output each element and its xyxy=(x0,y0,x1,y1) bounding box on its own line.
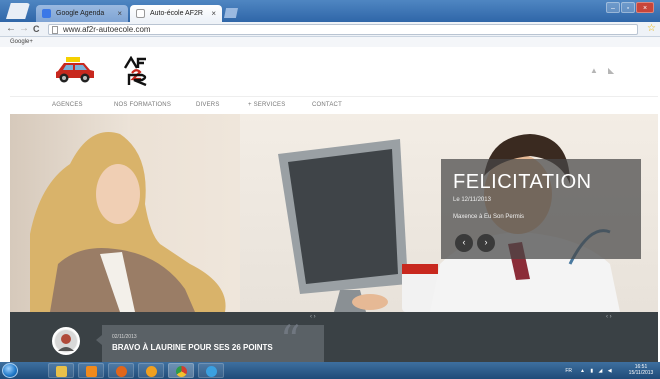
site-navigation: AGENCES NOS FORMATIONS DIVERS + SERVICES… xyxy=(10,96,658,114)
bookmark-google-plus[interactable]: Google+ xyxy=(10,37,33,47)
start-button[interactable] xyxy=(2,363,18,378)
slide-date: Le 12/11/2013 xyxy=(453,197,491,203)
taskbar-outlook-button[interactable] xyxy=(78,363,104,378)
avatar xyxy=(52,327,80,355)
maximize-button[interactable]: ▫ xyxy=(621,2,635,13)
taskbar-media-player-button[interactable] xyxy=(138,363,164,378)
nav-services[interactable]: + SERVICES xyxy=(248,97,285,113)
page-icon xyxy=(136,9,145,18)
tab-google-agenda[interactable]: Google Agenda × xyxy=(36,5,128,22)
clock[interactable]: 16:51 15/11/2013 xyxy=(626,364,656,376)
quote-icon: “ xyxy=(280,318,301,364)
twitter-bird-icon[interactable]: ◣ xyxy=(608,66,614,75)
slide-title: FELICITATION xyxy=(453,171,592,193)
slide-text: Maxence à Eu Son Permis xyxy=(453,214,525,220)
news-arrows-left[interactable]: ‹ › xyxy=(310,314,316,320)
nav-nos-formations[interactable]: NOS FORMATIONS xyxy=(114,97,171,113)
browser-tab-bar: Google Agenda × Auto-école AF2R × – ▫ × xyxy=(0,0,660,22)
taskbar-chrome-button[interactable] xyxy=(168,363,194,378)
calendar-icon xyxy=(42,9,51,18)
bookmark-star-icon[interactable]: ☆ xyxy=(647,23,656,35)
page-icon xyxy=(52,26,58,34)
firefox-icon xyxy=(116,366,127,377)
news-date: 02/11/2013 xyxy=(112,334,137,340)
outlook-icon xyxy=(86,366,97,377)
thumbs-up-icon[interactable]: ▲ xyxy=(590,66,598,75)
close-window-button[interactable]: × xyxy=(636,2,654,13)
browser-toolbar: ← → C www.af2r-autoecole.com ☆ xyxy=(0,22,660,37)
bookmarks-bar: Google+ xyxy=(0,37,660,47)
af2r-logo[interactable] xyxy=(122,56,152,86)
address-text: www.af2r-autoecole.com xyxy=(63,25,151,34)
hero-slider: FELICITATION Le 12/11/2013 Maxence à Eu … xyxy=(10,114,658,312)
news-arrows-right[interactable]: ‹ › xyxy=(606,314,612,320)
slide-prev-button[interactable]: ‹ xyxy=(455,234,473,252)
nav-contact[interactable]: CONTACT xyxy=(312,97,342,113)
system-tray: FR ▲ ▮ ◢ ◀ 16:51 15/11/2013 xyxy=(536,363,656,378)
slide-caption: FELICITATION Le 12/11/2013 Maxence à Eu … xyxy=(441,159,641,259)
nav-divers[interactable]: DIVERS xyxy=(196,97,220,113)
taskbar-network-button[interactable] xyxy=(198,363,224,378)
nav-agences[interactable]: AGENCES xyxy=(52,97,83,113)
forward-button[interactable]: → xyxy=(19,23,29,35)
news-title: BRAVO À LAURINE POUR SES 26 POINTS xyxy=(112,343,273,352)
site-header: ▲ ◣ xyxy=(10,47,658,96)
news-strip: ‹ › ‹ › 02/11/2013 BRAVO À LAURINE POUR … xyxy=(10,312,658,362)
language-indicator[interactable]: FR xyxy=(565,368,572,374)
tray-icons[interactable]: ▲ ▮ ◢ ◀ xyxy=(580,368,616,374)
taskbar-explorer-button[interactable] xyxy=(48,363,74,378)
window-controls: – ▫ × xyxy=(606,2,654,13)
minimize-button[interactable]: – xyxy=(606,2,620,13)
clock-date: 15/11/2013 xyxy=(628,370,654,376)
tab-close-icon[interactable]: × xyxy=(211,5,216,22)
network-icon xyxy=(206,366,217,377)
address-bar[interactable]: www.af2r-autoecole.com xyxy=(48,24,638,35)
tab-close-icon[interactable]: × xyxy=(117,5,122,22)
folder-icon xyxy=(56,366,67,377)
tab-auto-ecole[interactable]: Auto-école AF2R × xyxy=(130,5,222,22)
back-button[interactable]: ← xyxy=(6,23,16,35)
slide-next-button[interactable]: › xyxy=(477,234,495,252)
person-photo-icon xyxy=(55,330,77,352)
chrome-icon xyxy=(176,366,187,377)
taskbar-firefox-button[interactable] xyxy=(108,363,134,378)
reload-button[interactable]: C xyxy=(33,23,40,35)
media-player-icon xyxy=(146,366,157,377)
red-car-icon[interactable] xyxy=(54,57,96,83)
new-tab-button[interactable] xyxy=(224,8,238,18)
windows-taskbar: FR ▲ ▮ ◢ ◀ 16:51 15/11/2013 xyxy=(0,362,660,379)
tab-label: Auto-école AF2R xyxy=(150,10,203,17)
tab-label: Google Agenda xyxy=(56,10,105,17)
chrome-menu-icon[interactable] xyxy=(6,3,30,19)
